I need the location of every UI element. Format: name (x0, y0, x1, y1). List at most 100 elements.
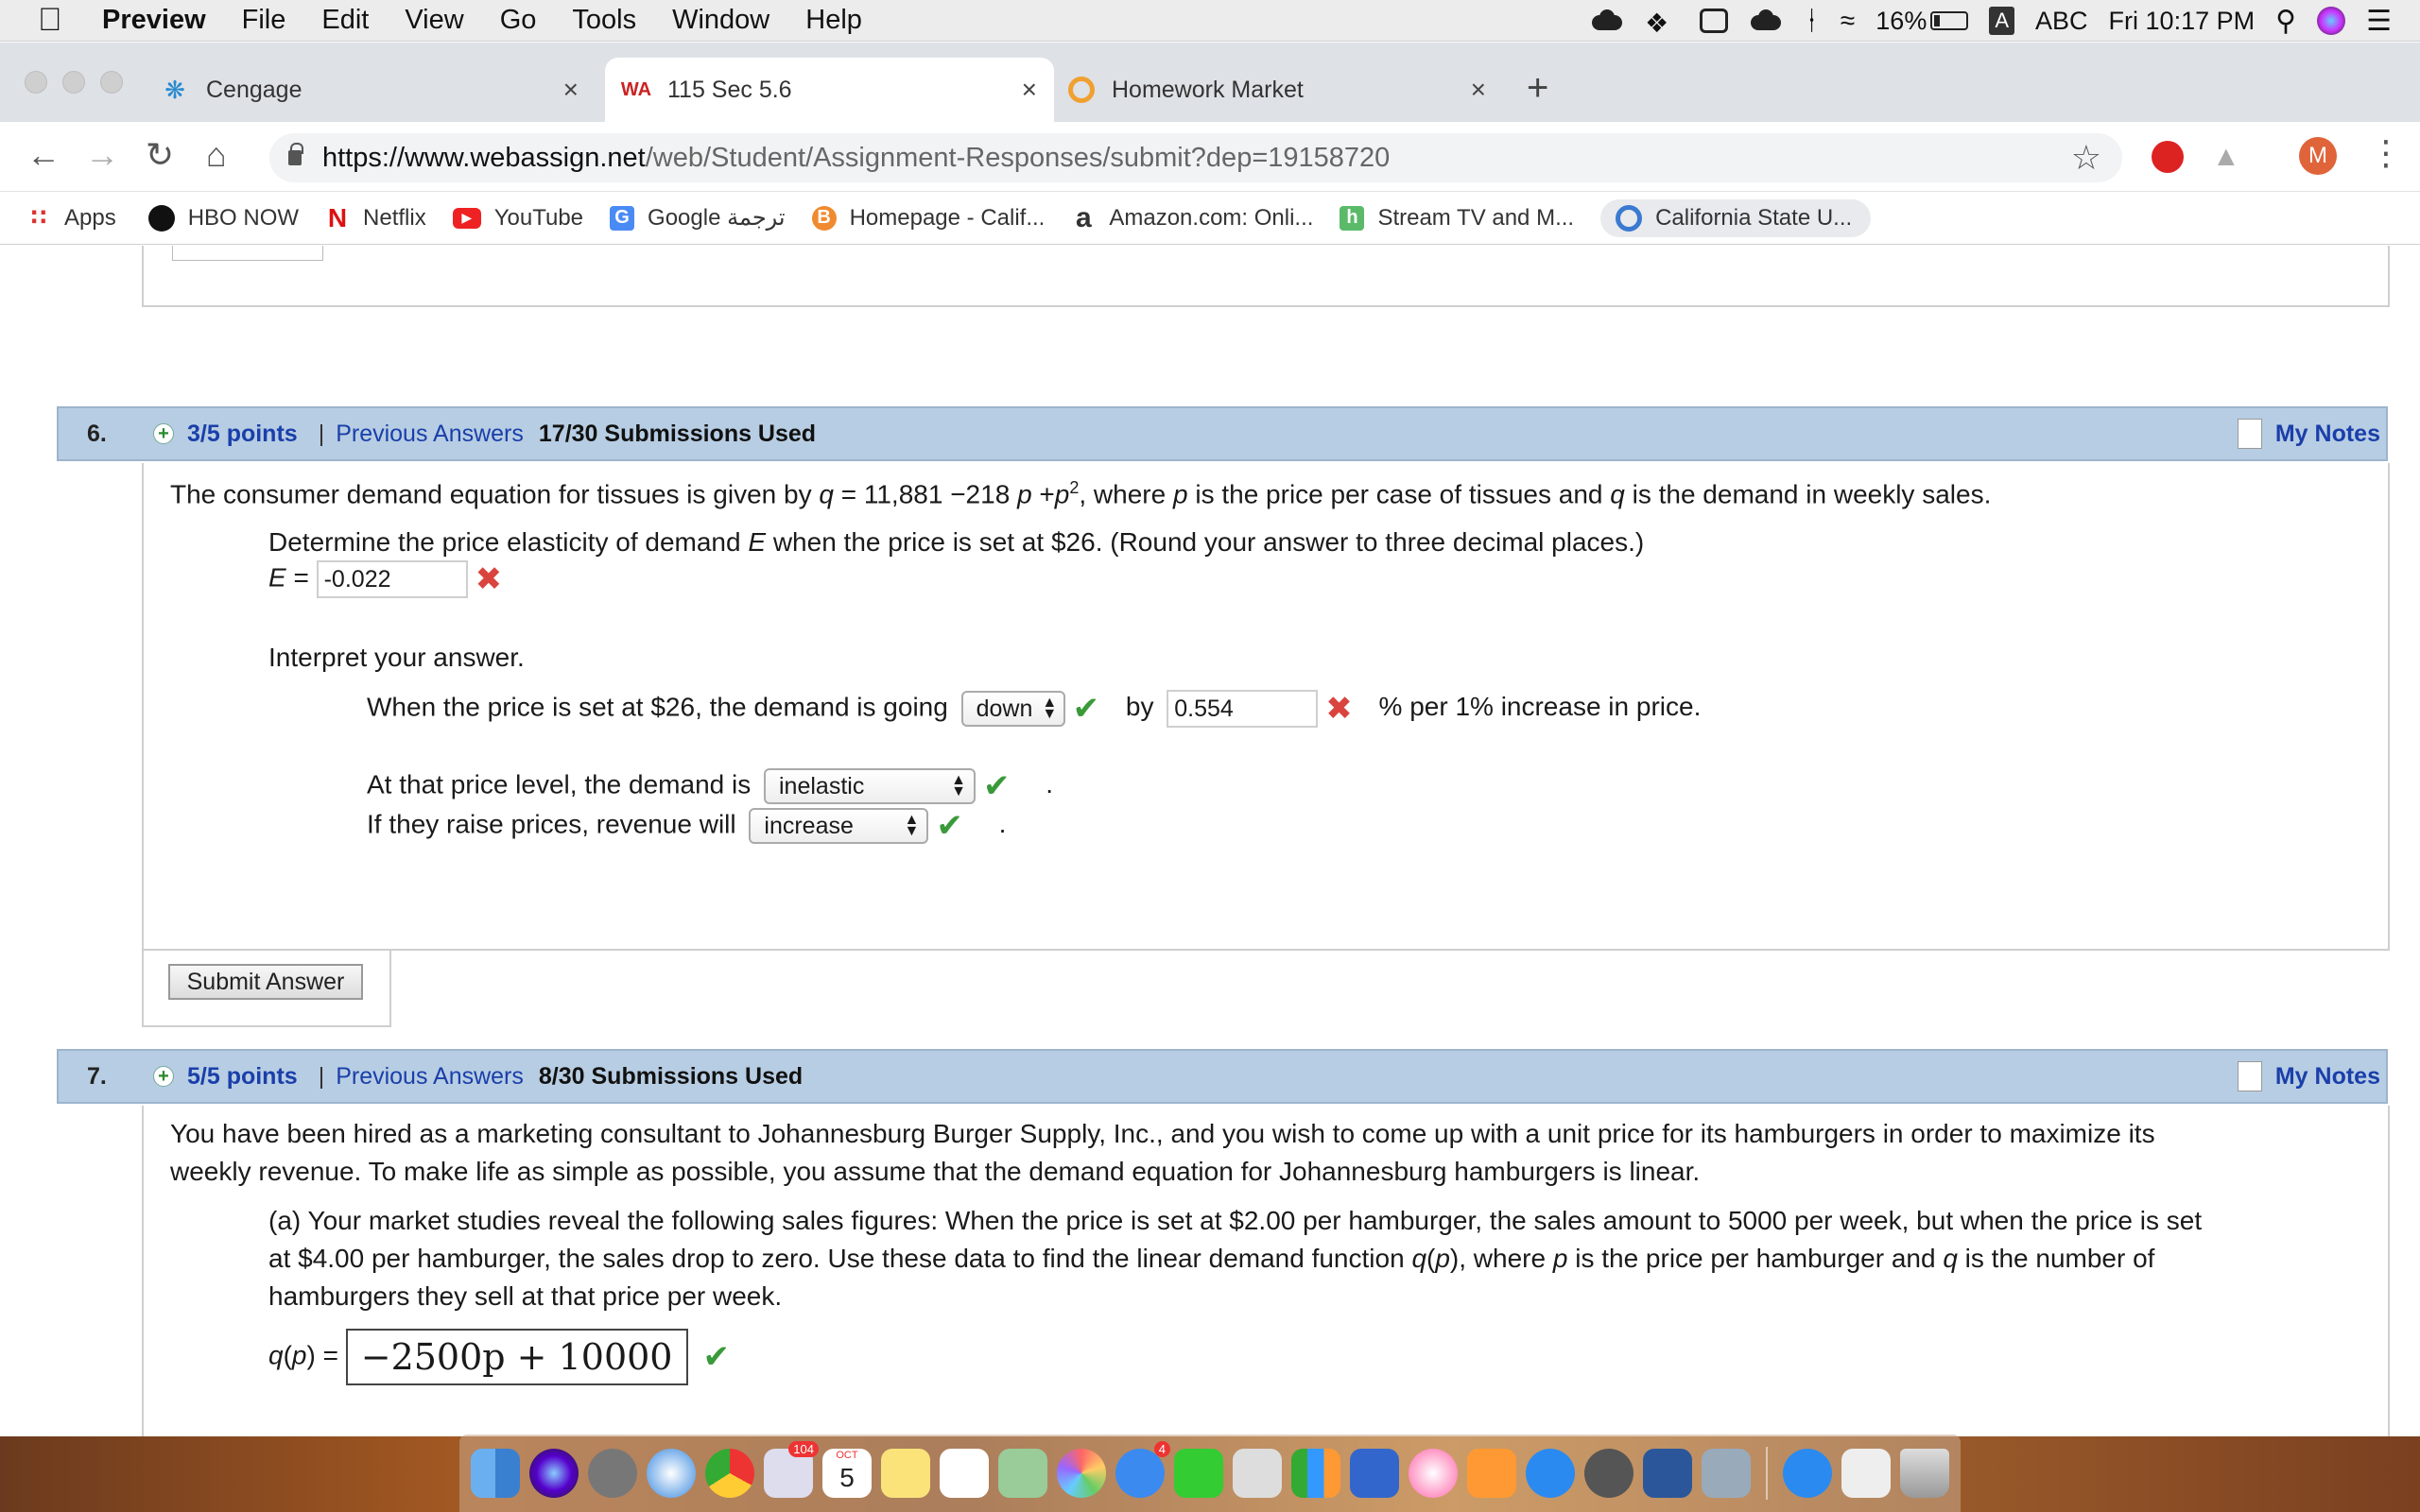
bookmark-netflix[interactable]: N Netflix (325, 203, 426, 232)
chrome-icon[interactable] (705, 1449, 754, 1498)
new-tab-button[interactable]: + (1527, 67, 1548, 110)
bookmark-star-icon[interactable]: ☆ (2071, 138, 2101, 178)
menu-view[interactable]: View (405, 5, 463, 36)
battery-indicator[interactable]: 16% (1876, 7, 1969, 36)
menu-tools[interactable]: Tools (572, 5, 636, 36)
apps-grid-icon: ∷ (30, 205, 47, 231)
expand-plus-icon[interactable]: + (153, 1066, 174, 1087)
tab-homework-market[interactable]: Homework Market × (1068, 58, 1503, 122)
bookmark-homepage[interactable]: B Homepage - Calif... (811, 204, 1046, 232)
notes-icon[interactable] (881, 1449, 930, 1498)
elasticity-input[interactable]: -0.022 (316, 560, 468, 598)
webassign-favicon-icon: WA (620, 78, 652, 100)
maps-icon[interactable] (998, 1449, 1047, 1498)
bookmark-california-state[interactable]: California State U... (1600, 198, 1872, 237)
books-icon[interactable] (1467, 1449, 1516, 1498)
menu-clock[interactable]: Fri 10:17 PM (2109, 7, 2256, 36)
adblock-extension-icon[interactable] (2152, 141, 2184, 173)
trash-icon[interactable] (1900, 1449, 1949, 1498)
apple-menu-icon[interactable]:  (38, 2, 66, 39)
facetime-icon[interactable] (1174, 1449, 1223, 1498)
system-preferences-icon[interactable] (1584, 1449, 1634, 1498)
back-arrow-icon[interactable]: ← (26, 135, 60, 175)
bookmark-google-translate[interactable]: G Google ترجمة (610, 204, 786, 232)
reload-icon[interactable]: ↻ (146, 135, 174, 175)
bookmark-hbo-now[interactable]: HBO NOW (147, 204, 299, 232)
keynote-icon[interactable] (1350, 1449, 1399, 1498)
finder-icon[interactable] (471, 1449, 520, 1498)
bookmark-label: Amazon.com: Onli... (1109, 204, 1314, 231)
revenue-select[interactable]: increase ▲ ▼ (749, 808, 929, 844)
zoom-window-button[interactable] (100, 71, 123, 94)
bookmark-label: Homepage - Calif... (849, 204, 1046, 231)
previous-answers-link[interactable]: Previous Answers (336, 1063, 524, 1091)
launchpad-icon[interactable] (588, 1449, 637, 1498)
google-drive-extension-icon[interactable]: ▲ (2212, 141, 2240, 173)
demand-function-answer[interactable]: −2500p + 10000 (345, 1329, 688, 1385)
address-bar[interactable]: https://www.webassign.net /web/Student/A… (269, 133, 2122, 182)
menu-go[interactable]: Go (500, 5, 537, 36)
tab-webassign[interactable]: WA 115 Sec 5.6 × (605, 58, 1054, 122)
documents-stack-icon[interactable] (1841, 1449, 1891, 1498)
input-source-label[interactable]: ABC (2035, 7, 2088, 36)
bookmark-youtube[interactable]: ▶ YouTube (452, 205, 583, 232)
textedit-icon[interactable] (1233, 1449, 1282, 1498)
profile-avatar[interactable]: M (2299, 137, 2337, 175)
my-notes-button[interactable]: My Notes (2237, 419, 2380, 449)
my-notes-button[interactable]: My Notes (2237, 1061, 2380, 1091)
music-icon[interactable] (1409, 1449, 1458, 1498)
question-points[interactable]: 5/5 points (187, 1063, 298, 1091)
previous-answer-input[interactable] (172, 246, 323, 261)
browser-menu-icon[interactable]: ⋮ (2369, 133, 2403, 173)
app-store-icon[interactable] (1526, 1449, 1575, 1498)
menu-edit[interactable]: Edit (321, 5, 369, 36)
bluetooth-icon[interactable]: ᛂ (1804, 6, 1820, 36)
question-points[interactable]: 3/5 points (187, 421, 298, 448)
menu-help[interactable]: Help (805, 5, 862, 36)
close-tab-icon[interactable]: × (1471, 75, 1486, 105)
bookmark-amazon[interactable]: a Amazon.com: Onli... (1071, 202, 1314, 233)
close-window-button[interactable] (25, 71, 47, 94)
bookmark-apps[interactable]: ∷ Apps (26, 205, 116, 232)
elasticity-type-select[interactable]: inelastic ▲ ▼ (764, 768, 976, 804)
calendar-month: OCT (836, 1450, 858, 1461)
photos-icon[interactable] (1057, 1449, 1106, 1498)
wifi-icon[interactable]: ≈ (1841, 6, 1855, 36)
preview-icon[interactable] (1702, 1449, 1751, 1498)
dropbox-icon[interactable]: ❖ (1645, 8, 1679, 38)
correct-check-icon: ✔ (702, 1339, 731, 1375)
menu-file[interactable]: File (242, 5, 286, 36)
home-icon[interactable]: ⌂ (206, 135, 227, 175)
url-host: https://www.webassign.net (322, 142, 646, 173)
previous-answers-link[interactable]: Previous Answers (336, 421, 524, 448)
word-icon[interactable] (1643, 1449, 1692, 1498)
close-tab-icon[interactable]: × (563, 75, 579, 105)
siri-dock-icon[interactable] (529, 1449, 579, 1498)
submit-answer-button[interactable]: Submit Answer (168, 964, 363, 1000)
numbers-icon[interactable] (1291, 1449, 1340, 1498)
notification-center-icon[interactable]: ☰ (2366, 5, 2392, 38)
safari-icon[interactable] (647, 1449, 696, 1498)
expand-plus-icon[interactable]: + (153, 423, 174, 444)
calendar-icon[interactable]: OCT 5 (822, 1449, 872, 1498)
minimize-window-button[interactable] (62, 71, 85, 94)
cloud-upload-icon[interactable] (1749, 8, 1783, 34)
forward-arrow-icon[interactable]: → (85, 135, 119, 175)
siri-icon[interactable] (2317, 7, 2346, 35)
mail-icon[interactable]: 104 (764, 1441, 819, 1498)
messages-icon[interactable]: 4 (1115, 1441, 1170, 1498)
input-source-badge[interactable]: A (1989, 7, 2015, 35)
spotlight-search-icon[interactable]: ⚲ (2275, 5, 2296, 38)
close-tab-icon[interactable]: × (1022, 75, 1037, 105)
app-store-downloads-icon[interactable] (1783, 1449, 1832, 1498)
dock-separator (1766, 1447, 1768, 1500)
bookmark-stream-tv[interactable]: h Stream TV and M... (1340, 205, 1574, 232)
sync-icon[interactable] (1700, 9, 1729, 33)
reminders-icon[interactable] (940, 1449, 989, 1498)
direction-select[interactable]: down ▲ ▼ (960, 691, 1065, 727)
menu-app-name[interactable]: Preview (102, 5, 206, 36)
menu-window[interactable]: Window (672, 5, 769, 36)
percent-change-input[interactable]: 0.554 (1167, 690, 1319, 728)
tab-cengage[interactable]: ❋ Cengage × (161, 58, 596, 122)
creative-cloud-icon[interactable] (1590, 8, 1624, 34)
